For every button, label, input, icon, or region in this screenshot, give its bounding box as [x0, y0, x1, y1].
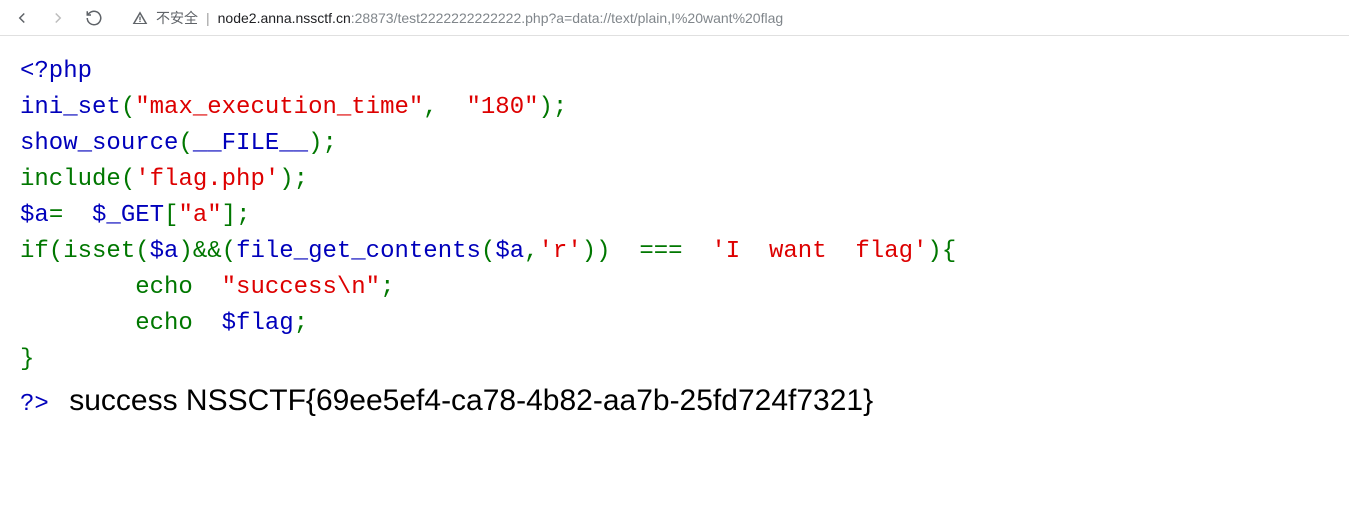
- code-token: "180": [467, 94, 539, 121]
- code-indent: [20, 274, 135, 301]
- code-token: echo: [135, 274, 221, 301]
- code-token: $flag: [222, 310, 294, 337]
- page-content: <?php ini_set("max_execution_time", "180…: [0, 36, 1349, 441]
- php-source: <?php ini_set("max_execution_time", "180…: [20, 54, 1329, 423]
- code-token: ;: [294, 310, 308, 337]
- code-token: (: [135, 238, 149, 265]
- php-output: success NSSCTF{69ee5ef4-ca78-4b82-aa7b-2…: [69, 384, 873, 417]
- code-token: <?php: [20, 58, 92, 85]
- code-token: )) ===: [582, 238, 712, 265]
- code-token: ){: [927, 238, 956, 265]
- code-token: =: [49, 202, 92, 229]
- forward-button[interactable]: [44, 4, 72, 32]
- browser-toolbar: 不安全 | node2.anna.nssctf.cn:28873/test222…: [0, 0, 1349, 36]
- code-token: );: [308, 130, 337, 157]
- code-token: $a: [150, 238, 179, 265]
- code-token: __FILE__: [193, 130, 308, 157]
- code-token: 'flag.php': [135, 166, 279, 193]
- code-token: ,: [423, 94, 466, 121]
- reload-button[interactable]: [80, 4, 108, 32]
- code-token: echo: [135, 310, 221, 337]
- code-token: 'r': [539, 238, 582, 265]
- code-token: (: [121, 94, 135, 121]
- code-token: ,: [524, 238, 538, 265]
- code-token: ;: [380, 274, 394, 301]
- code-token: [: [164, 202, 178, 229]
- code-token: "a": [178, 202, 221, 229]
- code-token: include: [20, 166, 121, 193]
- code-indent: [20, 310, 135, 337]
- insecure-label: 不安全: [156, 8, 198, 28]
- code-token: ?>: [20, 391, 63, 418]
- code-token: (: [481, 238, 495, 265]
- code-token: 'I want flag': [711, 238, 927, 265]
- code-token: );: [539, 94, 568, 121]
- code-token: )&&(: [178, 238, 236, 265]
- url-text: node2.anna.nssctf.cn:28873/test222222222…: [218, 10, 784, 26]
- code-token: ini_set: [20, 94, 121, 121]
- code-token: "success\n": [222, 274, 380, 301]
- code-token: );: [279, 166, 308, 193]
- code-token: $_GET: [92, 202, 164, 229]
- insecure-warning-icon: [132, 10, 148, 26]
- code-token: show_source: [20, 130, 178, 157]
- code-token: $a: [20, 202, 49, 229]
- code-token: isset: [63, 238, 135, 265]
- back-button[interactable]: [8, 4, 36, 32]
- code-token: }: [20, 346, 34, 373]
- code-token: (: [121, 166, 135, 193]
- address-separator: |: [206, 10, 210, 26]
- code-token: if(: [20, 238, 63, 265]
- code-token: (: [178, 130, 192, 157]
- code-token: ];: [222, 202, 251, 229]
- code-token: "max_execution_time": [135, 94, 423, 121]
- code-token: file_get_contents: [236, 238, 481, 265]
- code-token: $a: [495, 238, 524, 265]
- address-bar[interactable]: 不安全 | node2.anna.nssctf.cn:28873/test222…: [122, 4, 1341, 32]
